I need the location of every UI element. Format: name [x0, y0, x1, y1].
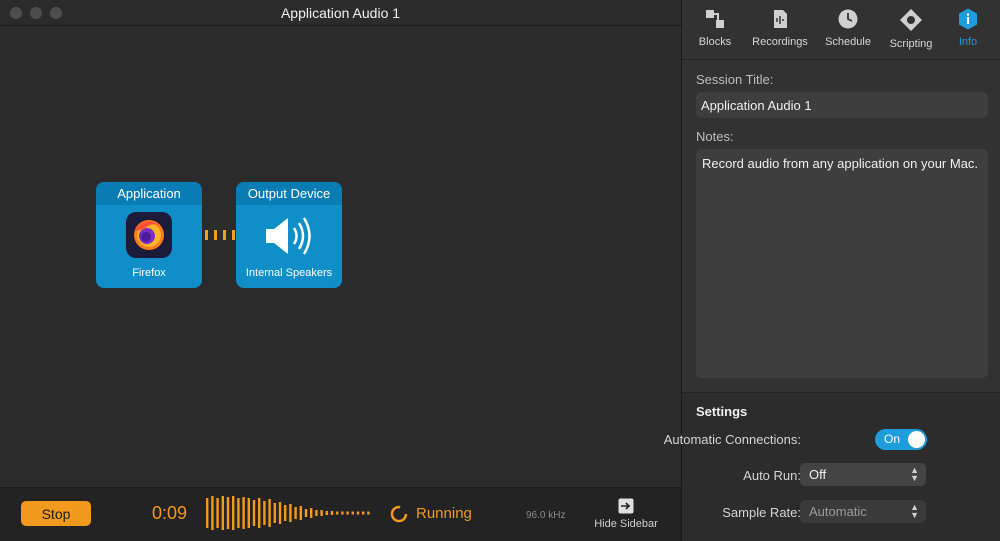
- tab-blocks-label: Blocks: [698, 36, 732, 48]
- scripting-icon: [900, 9, 922, 31]
- settings-section: Settings Automatic Connections: On Auto …: [664, 392, 1000, 541]
- automatic-connections-toggle[interactable]: On: [875, 429, 927, 450]
- clock-icon: [838, 9, 858, 29]
- waveform-bar: [206, 498, 209, 528]
- notes-textarea[interactable]: Record audio from any application on you…: [696, 149, 988, 378]
- waveform-bar: [356, 511, 360, 515]
- window-title: Application Audio 1: [280, 4, 401, 21]
- sample-rate-value: Automatic: [809, 504, 867, 519]
- recordings-icon: [774, 10, 787, 28]
- audio-level-waveform: [206, 496, 370, 530]
- auto-run-select[interactable]: Off ▲ ▼: [800, 463, 926, 486]
- status-bar: Stop 0:09 Running 96.0 kHz Hide Sidebar: [0, 487, 681, 541]
- waveform-bar: [294, 507, 297, 519]
- waveform-bar: [362, 511, 365, 515]
- auto-run-label: Auto Run:: [743, 468, 801, 483]
- waveform-bar: [346, 511, 349, 515]
- window-titlebar: Application Audio 1: [0, 0, 681, 26]
- running-spinner-icon: [390, 505, 408, 523]
- waveform-bar: [247, 498, 250, 528]
- session-title-label: Session Title:: [696, 72, 774, 87]
- waveform-bar: [221, 496, 224, 530]
- auto-run-value: Off: [809, 467, 827, 482]
- tab-recordings-label: Recordings: [752, 36, 808, 48]
- session-canvas[interactable]: Application Audio 1 Application Firefox …: [0, 0, 681, 541]
- tab-schedule[interactable]: Schedule: [812, 8, 884, 48]
- waveform-bar: [278, 502, 282, 524]
- waveform-bar: [216, 498, 219, 528]
- info-icon: [959, 8, 977, 30]
- waveform-bar: [211, 496, 214, 530]
- waveform-bar: [367, 511, 370, 515]
- application-block-caption: Firefox: [132, 267, 166, 279]
- waveform-bar: [330, 511, 334, 515]
- output-device-block-header: Output Device: [236, 182, 342, 205]
- block-connection: [205, 229, 235, 241]
- blocks-icon: [706, 10, 724, 28]
- waveform-bar: [232, 496, 235, 530]
- tab-blocks[interactable]: Blocks: [679, 8, 751, 48]
- waveform-bar: [263, 501, 266, 525]
- sample-rate-select[interactable]: Automatic ▲ ▼: [800, 500, 926, 523]
- waveform-bar: [304, 509, 308, 517]
- firefox-icon: [126, 212, 172, 258]
- output-device-block[interactable]: Output Device Internal Speakers: [236, 182, 342, 288]
- tab-info[interactable]: Info: [932, 8, 1000, 48]
- session-title-input[interactable]: [696, 92, 988, 118]
- sample-rate-label: Sample Rate:: [722, 505, 801, 520]
- waveform-bar: [268, 499, 271, 527]
- waveform-bar: [325, 511, 328, 515]
- zoom-window-button[interactable]: [50, 7, 62, 19]
- settings-title: Settings: [696, 404, 748, 419]
- waveform-bar: [273, 503, 276, 523]
- waveform-bar: [299, 506, 302, 520]
- waveform-bar: [341, 511, 344, 515]
- waveform-bar: [315, 510, 318, 516]
- waveform-bar: [289, 504, 292, 522]
- tab-info-label: Info: [958, 36, 978, 48]
- waveform-bar: [258, 498, 261, 528]
- sample-rate-readout: 96.0 kHz: [526, 510, 566, 521]
- close-window-button[interactable]: [10, 7, 22, 19]
- application-block-header: Application: [96, 182, 202, 205]
- automatic-connections-value: On: [884, 432, 901, 446]
- tab-schedule-label: Schedule: [825, 36, 871, 48]
- waveform-bar: [320, 510, 323, 516]
- waveform-bar: [284, 505, 287, 521]
- waveform-bar: [252, 500, 256, 526]
- updown-chevron-icon: ▲ ▼: [910, 465, 919, 483]
- waveform-bar: [242, 497, 245, 529]
- tab-recordings[interactable]: Recordings: [744, 8, 816, 48]
- waveform-bar: [226, 497, 230, 529]
- speaker-icon: [266, 217, 311, 255]
- updown-chevron-icon: ▲ ▼: [910, 502, 919, 520]
- application-block[interactable]: Application Firefox: [96, 182, 202, 288]
- window-controls: [10, 7, 62, 19]
- stop-button[interactable]: Stop: [21, 501, 91, 526]
- waveform-bar: [336, 511, 339, 515]
- notes-label: Notes:: [696, 129, 734, 144]
- hide-sidebar-label: Hide Sidebar: [594, 518, 658, 530]
- hide-sidebar-button[interactable]: Hide Sidebar: [590, 498, 662, 530]
- status-running: Running: [416, 505, 472, 522]
- sidebar-toolbar: Blocks Recordings Schedule Scripting Inf…: [682, 0, 1000, 60]
- hide-sidebar-icon: [618, 498, 634, 514]
- elapsed-time: 0:09: [152, 503, 188, 523]
- waveform-bar: [237, 498, 240, 528]
- waveform-bar: [310, 508, 313, 518]
- output-device-block-caption: Internal Speakers: [245, 267, 333, 279]
- sidebar: Blocks Recordings Schedule Scripting Inf…: [664, 0, 1000, 541]
- toggle-knob: [908, 431, 925, 448]
- waveform-bar: [351, 511, 354, 515]
- automatic-connections-label: Automatic Connections:: [663, 432, 801, 447]
- minimize-window-button[interactable]: [30, 7, 42, 19]
